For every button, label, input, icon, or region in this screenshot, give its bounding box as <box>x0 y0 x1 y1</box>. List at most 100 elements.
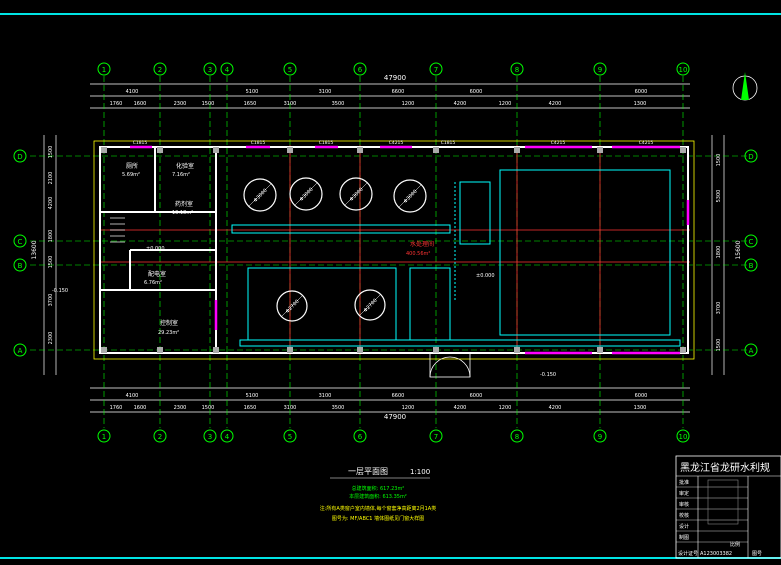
tanks: Φ3000 Φ3000 Φ3000 Φ3000 Φ2700 Φ2700 <box>243 177 427 322</box>
dim-bottom-row1: 4100 <box>126 393 139 399</box>
dim-top-row2: 4200 <box>549 101 562 107</box>
axis-label-7: 7 <box>434 433 438 441</box>
dim-top-row2: 3100 <box>284 101 297 107</box>
dim-total-bottom: 47900 <box>384 413 406 421</box>
axis-label-9: 9 <box>598 433 602 441</box>
axis-label-1: 1 <box>102 66 106 74</box>
design-cert-value: A123003382 <box>700 551 732 557</box>
dim-top-row2: 1650 <box>244 101 257 107</box>
drawing-title: 一层平面图 <box>348 467 388 476</box>
title-block: 黑龙江省龙研水利规 批准审定审核校核设计制图 设计证号 A123003382 比… <box>675 455 781 559</box>
column <box>514 347 520 353</box>
axis-label-10: 10 <box>679 433 688 441</box>
drawing-no-label: 图号 <box>752 551 762 557</box>
dim-top-row1: 5100 <box>246 89 259 95</box>
north-arrow-icon <box>732 72 758 101</box>
axis-label-1: 1 <box>102 433 106 441</box>
axis-label-4: 4 <box>225 433 230 441</box>
company-name: 黑龙江省龙研水利规 <box>680 461 770 474</box>
dim-bottom-row2: 1300 <box>634 405 647 411</box>
title-row-label: 设计 <box>679 523 689 530</box>
title-row-label: 校核 <box>679 512 689 519</box>
dim-top-row1: 3100 <box>319 89 332 95</box>
dim-bottom-row2: 4200 <box>454 405 467 411</box>
dim-side-left: 1500 <box>48 256 54 269</box>
dim-bottom-row2: 1650 <box>244 405 257 411</box>
axis-label-8: 8 <box>515 433 519 441</box>
dim-top-row2: 2300 <box>174 101 187 107</box>
dim-bottom-row2: 3100 <box>284 405 297 411</box>
title-row-label: 审核 <box>679 501 689 508</box>
dim-side-right: 5300 <box>716 190 722 203</box>
dim-top-row2: 1300 <box>634 101 647 107</box>
axis-label-10: 10 <box>679 66 688 74</box>
dim-side-left: 1800 <box>48 230 54 243</box>
dim-top-row1: 6000 <box>635 89 648 95</box>
dim-top-row2: 1500 <box>202 101 215 107</box>
column <box>680 347 686 353</box>
dim-bottom-row2: 1760 <box>110 405 123 411</box>
axis-label-6: 6 <box>358 433 363 441</box>
note-1: 总建筑面积: 617.23m² <box>352 485 405 492</box>
elevation-3: -0.150 <box>52 288 68 294</box>
axis-label-B: B <box>749 262 754 270</box>
axis-label-3: 3 <box>208 66 212 74</box>
tank-label: Φ3000 <box>299 187 315 203</box>
axis-label-D: D <box>17 153 22 161</box>
column <box>101 347 107 353</box>
axis-label-2: 2 <box>158 433 162 441</box>
dim-side-right: 1800 <box>716 246 722 259</box>
window-tag: C4215 <box>639 140 654 146</box>
column <box>357 347 363 353</box>
dim-side-left: 2300 <box>48 332 54 345</box>
cad-floor-plan: 1122334455667788991010A AB BC CD D Φ3000… <box>0 13 781 559</box>
elevation-2: ±0.000 <box>476 273 495 279</box>
tank-label: Φ3000 <box>349 187 365 203</box>
tank-label: Φ3000 <box>253 188 269 204</box>
column <box>287 147 293 153</box>
axis-label-A: A <box>18 347 23 355</box>
dim-bottom-row1: 6000 <box>635 393 648 399</box>
column <box>357 147 363 153</box>
dim-side-right: 3700 <box>716 302 722 315</box>
axis-label-B: B <box>18 262 23 270</box>
window-tag: C1815 <box>441 140 456 146</box>
dim-bottom-row2: 3500 <box>332 405 345 411</box>
axis-label-6: 6 <box>358 66 363 74</box>
title-row-label: 批准 <box>679 479 689 486</box>
dim-bottom-row1: 6000 <box>470 393 483 399</box>
title-row-label: 审定 <box>679 490 689 497</box>
room4-name: 配电室 <box>148 270 166 278</box>
dim-bottom-row2: 1500 <box>202 405 215 411</box>
elevation-1: ±0.000 <box>146 246 165 252</box>
column <box>680 147 686 153</box>
main-room-area: 400.56m² <box>406 251 430 257</box>
window-tag: C1815 <box>251 140 266 146</box>
column <box>101 147 107 153</box>
axis-label-7: 7 <box>434 66 438 74</box>
axis-label-8: 8 <box>515 66 519 74</box>
column <box>287 347 293 353</box>
dim-top-row1: 6600 <box>392 89 405 95</box>
axis-label-C: C <box>18 238 23 246</box>
axis-label-9: 9 <box>598 66 602 74</box>
axis-label-D: D <box>748 153 753 161</box>
room2-area: 7.16m² <box>172 172 190 178</box>
column <box>514 147 520 153</box>
dim-bottom-row1: 6600 <box>392 393 405 399</box>
room2-name: 化验室 <box>176 162 194 170</box>
drawing-scale: 1:100 <box>410 468 430 476</box>
room5-name: 控制室 <box>160 319 178 327</box>
drawing-title-group: 一层平面图 1:100 总建筑面积: 617.23m² 本层建筑面积: 613.… <box>320 467 436 522</box>
dim-bottom-row2: 4200 <box>549 405 562 411</box>
dim-bottom-row1: 5100 <box>246 393 259 399</box>
scale-label: 比例 <box>730 541 740 548</box>
stamp-icon <box>707 479 739 525</box>
tank-label: Φ2700 <box>285 299 301 315</box>
elevations: ±0.000 ±0.000 -0.150 -0.150 <box>52 246 556 378</box>
dim-side-right: 1500 <box>716 339 722 352</box>
axis-label-3: 3 <box>208 433 212 441</box>
dim-top-row2: 1760 <box>110 101 123 107</box>
tank-label: Φ2700 <box>363 298 379 314</box>
note-3: 注:所有A类窗户室内墙体,每个窗套净高距离2月1A类 <box>320 505 436 512</box>
